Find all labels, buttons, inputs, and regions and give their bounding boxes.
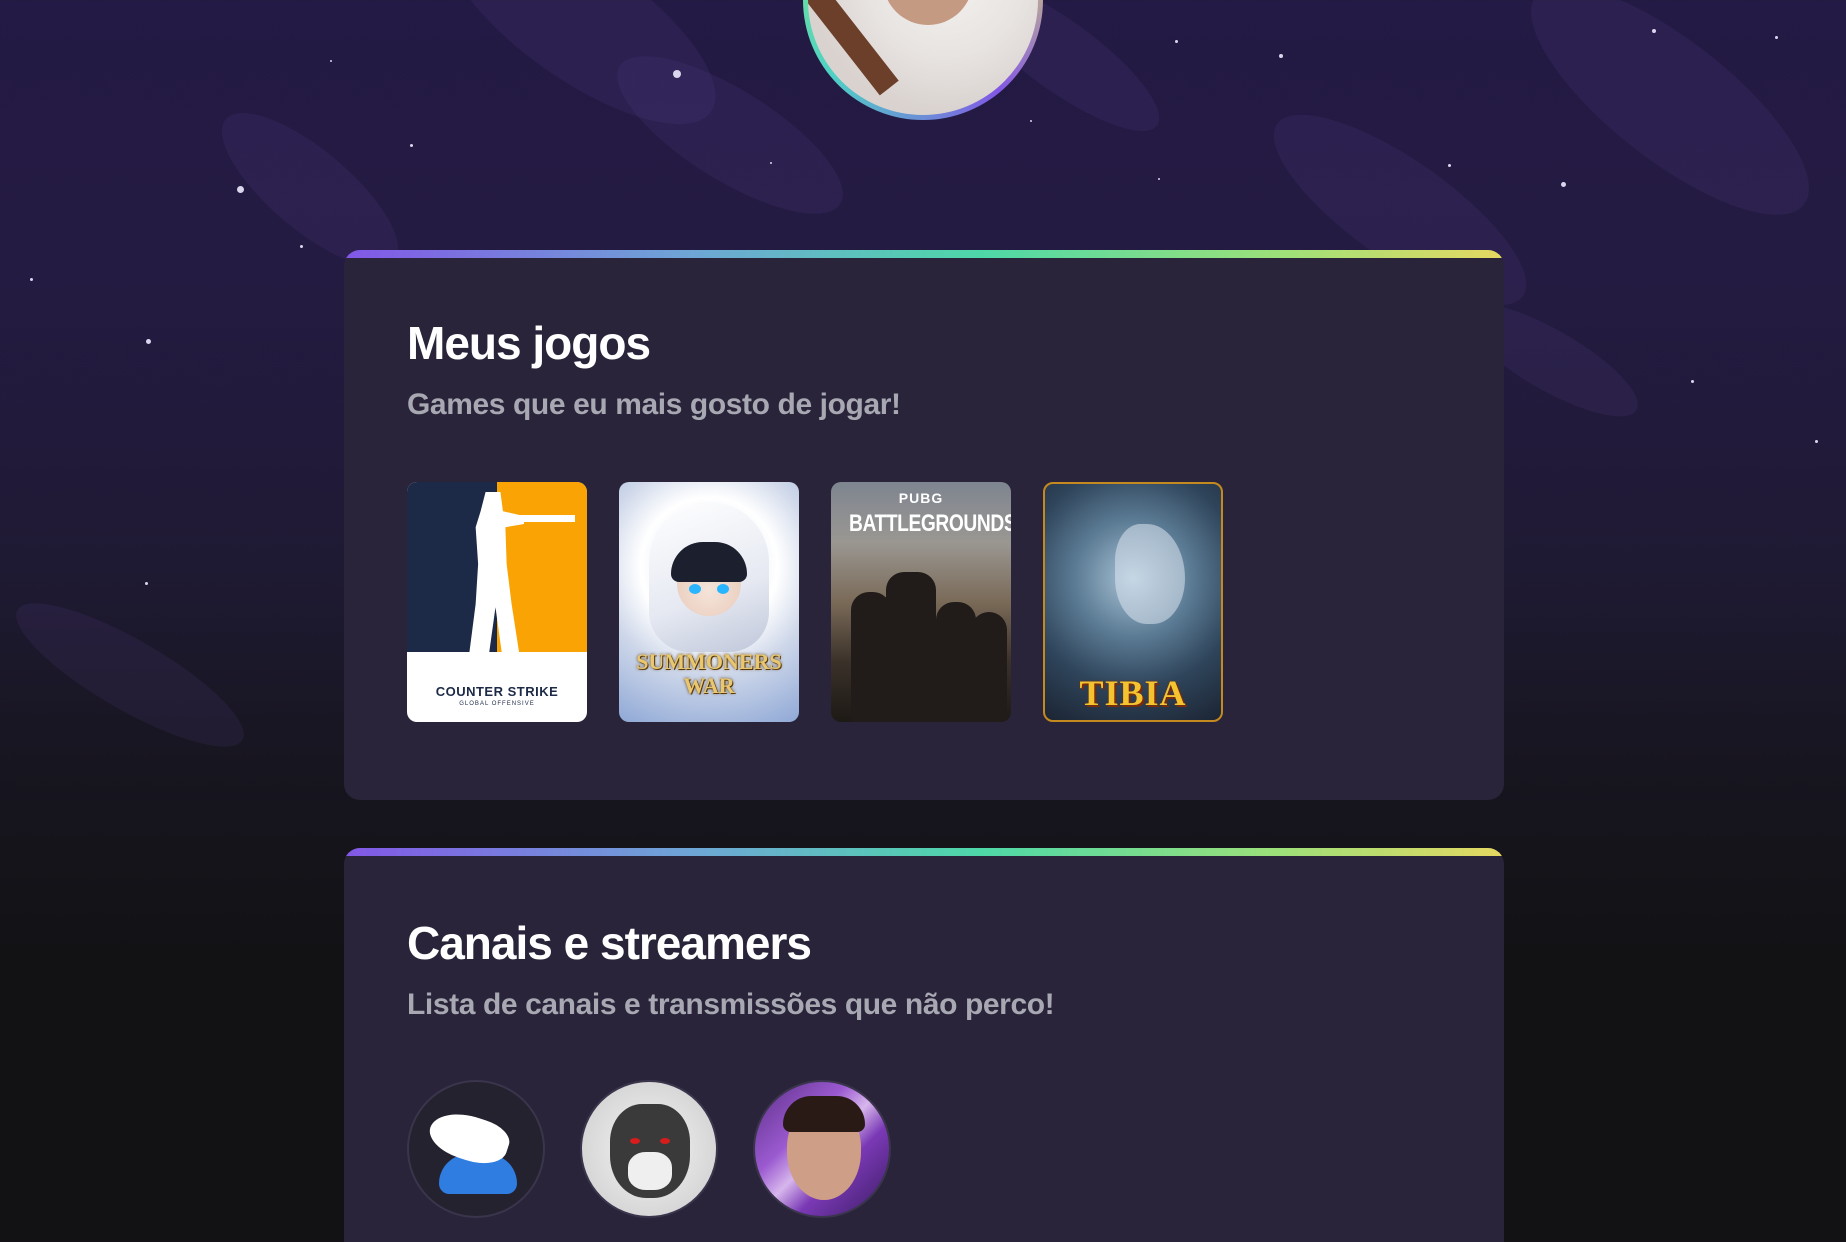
channel-avatar-tiger[interactable] — [580, 1080, 718, 1218]
avatar — [808, 0, 1038, 115]
game-logo-text: TIBIA — [1079, 673, 1187, 713]
game-card-summoners-war[interactable]: SUMMONERS WAR — [619, 482, 799, 722]
channels-title: Canais e streamers — [407, 917, 812, 969]
games-list: COUNTER STRIKE GLOBAL OFFENSIVE SUMMONER… — [407, 482, 1223, 722]
games-card: Meus jogos Games que eu mais gosto de jo… — [344, 250, 1504, 800]
channels-subtitle: Lista de canais e transmissões que não p… — [407, 988, 1055, 1021]
dragon-icon — [1115, 524, 1185, 624]
game-card-counter-strike[interactable]: COUNTER STRIKE GLOBAL OFFENSIVE — [407, 482, 587, 722]
channel-avatar-streamer[interactable] — [753, 1080, 891, 1218]
games-subtitle: Games que eu mais gosto de jogar! — [407, 388, 901, 421]
game-logo-text: COUNTER STRIKE — [435, 684, 559, 699]
game-card-pubg[interactable]: PUBG BATTLEGROUNDS — [831, 482, 1011, 722]
channels-list — [407, 1080, 891, 1218]
profile-avatar[interactable] — [803, 0, 1043, 120]
game-logo-small: PUBG — [898, 490, 944, 506]
channels-card: Canais e streamers Lista de canais e tra… — [344, 848, 1504, 1242]
game-card-tibia[interactable]: TIBIA — [1043, 482, 1223, 722]
games-title: Meus jogos — [407, 317, 651, 369]
game-logo-text: BATTLEGROUNDS — [849, 510, 1011, 537]
game-logo-subtext: GLOBAL OFFENSIVE — [459, 701, 535, 707]
channel-avatar-winged-helmet[interactable] — [407, 1080, 545, 1218]
game-logo-text: SUMMONERS WAR — [636, 649, 782, 698]
